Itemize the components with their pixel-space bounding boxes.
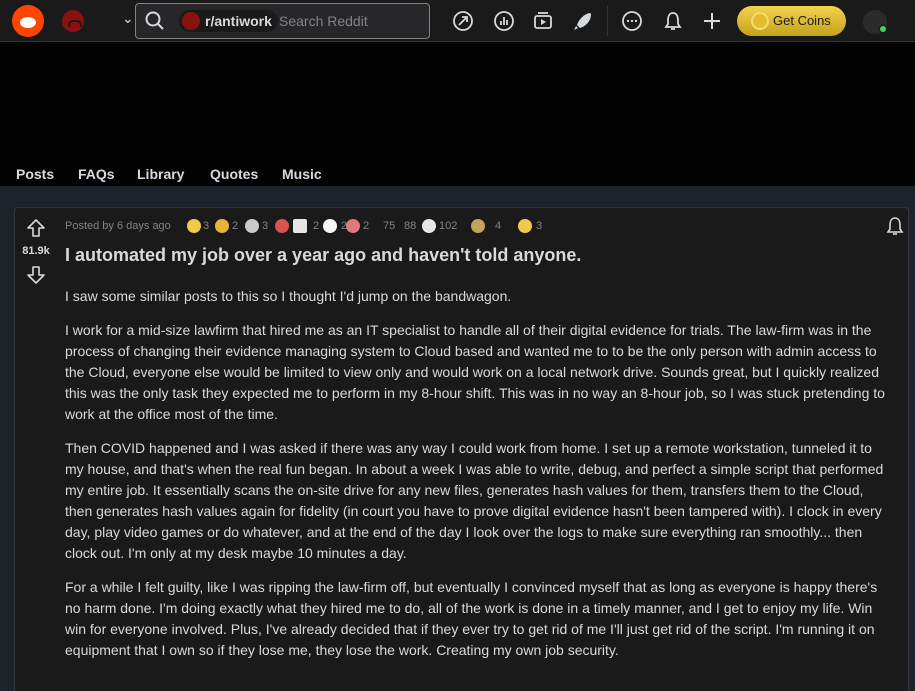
- award-count: 2: [232, 220, 239, 232]
- post-paragraph: I saw some similar posts to this so I th…: [65, 288, 512, 304]
- award-icon[interactable]: [245, 219, 259, 233]
- community-name: r/antiwork: [205, 13, 272, 29]
- toolbar-divider: [607, 6, 608, 36]
- chat-icon[interactable]: [621, 10, 643, 32]
- community-nav: Posts FAQs Library Quotes Music: [0, 160, 915, 186]
- award-icon[interactable]: [323, 219, 337, 233]
- search-icon: [145, 11, 164, 30]
- award-count: 2: [313, 220, 320, 232]
- post-body: I saw some similar posts to this so I th…: [65, 286, 887, 674]
- award-icon[interactable]: [422, 219, 436, 233]
- notifications-bell-icon[interactable]: [662, 10, 684, 32]
- online-status-indicator: [879, 25, 887, 33]
- community-switcher-icon[interactable]: [62, 10, 84, 32]
- vote-column: 81.9k: [15, 208, 57, 691]
- plus-icon[interactable]: [701, 10, 723, 32]
- post-title[interactable]: I automated my job over a year ago and h…: [65, 245, 885, 266]
- award-count: 3: [203, 220, 210, 232]
- post-paragraph: I work for a mid-size lawfirm that hired…: [65, 322, 885, 422]
- search-input[interactable]: [279, 10, 419, 32]
- top-bar: ⌄ r/antiwork Get Coins: [0, 0, 915, 42]
- community-filter-chip[interactable]: r/antiwork: [179, 10, 278, 32]
- award-count: 3: [536, 220, 543, 232]
- search-bar[interactable]: r/antiwork: [135, 3, 430, 39]
- award-icon[interactable]: [187, 219, 201, 233]
- upvote-icon[interactable]: [26, 218, 46, 238]
- post-paragraph: Then COVID happened and I was asked if t…: [65, 440, 884, 561]
- tab-quotes[interactable]: Quotes: [210, 166, 258, 182]
- follow-post-bell-icon[interactable]: [885, 216, 905, 236]
- award-icon[interactable]: [275, 219, 289, 233]
- coin-icon: [751, 12, 769, 30]
- rocket-icon[interactable]: [572, 10, 594, 32]
- chevron-down-icon[interactable]: ⌄: [122, 10, 134, 27]
- post-paragraph: For a while I felt guilty, like I was ri…: [65, 579, 878, 658]
- downvote-icon[interactable]: [26, 265, 46, 285]
- award-icon[interactable]: [215, 219, 229, 233]
- award-count: 102: [439, 220, 458, 232]
- award-count: 3: [262, 220, 269, 232]
- award-icon[interactable]: [293, 219, 307, 233]
- tab-faqs[interactable]: FAQs: [78, 166, 115, 182]
- tab-library[interactable]: Library: [137, 166, 184, 182]
- get-coins-label: Get Coins: [773, 13, 831, 28]
- tab-music[interactable]: Music: [282, 166, 322, 182]
- vote-score: 81.9k: [22, 245, 50, 257]
- video-icon[interactable]: [532, 10, 554, 32]
- reddit-logo[interactable]: [12, 5, 44, 37]
- award-count: 75: [383, 220, 396, 232]
- get-coins-button[interactable]: Get Coins: [737, 6, 846, 36]
- award-count: 88: [404, 220, 417, 232]
- tab-posts[interactable]: Posts: [16, 166, 54, 182]
- award-icon[interactable]: [346, 219, 360, 233]
- community-icon: [182, 12, 200, 30]
- posted-by: Posted by 6 days ago: [65, 220, 171, 232]
- award-icon[interactable]: [471, 219, 485, 233]
- stats-icon[interactable]: [493, 10, 515, 32]
- post-card: 81.9k Posted by 6 days ago 3 2 3 2 2 2 7…: [14, 207, 909, 691]
- popular-icon[interactable]: [452, 10, 474, 32]
- award-count: 2: [363, 220, 370, 232]
- award-count: 4: [495, 220, 502, 232]
- award-icon[interactable]: [518, 219, 532, 233]
